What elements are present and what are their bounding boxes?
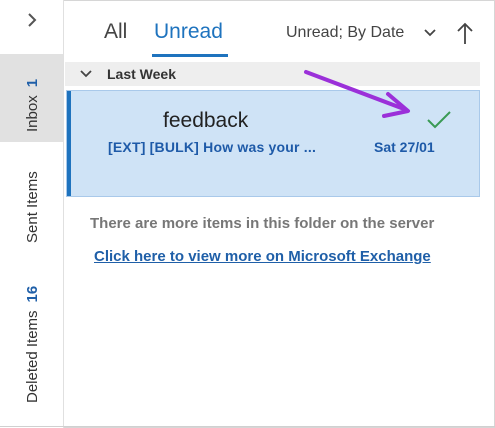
chevron-down-icon [424, 29, 436, 37]
checkmark-icon[interactable] [425, 109, 453, 131]
folder-sent-items[interactable]: Sent Items [24, 171, 41, 243]
active-tab-indicator [152, 54, 228, 57]
item-count: 16 [24, 285, 41, 303]
chevron-down-icon [80, 70, 92, 78]
message-sender: feedback [163, 109, 249, 132]
message-date: Sat 27/01 [374, 139, 435, 155]
tab-all[interactable]: All [104, 20, 127, 44]
annotation-arrow-icon [304, 70, 410, 118]
folder-rail: Inbox 1 Sent Items Deleted Items 16 [0, 0, 64, 428]
folder-label: Sent Items [24, 171, 41, 243]
message-subject: [EXT] [BULK] How was your ... [108, 139, 317, 155]
sort-dropdown[interactable]: Unread; By Date [286, 24, 436, 42]
folder-label: Deleted Items [24, 310, 41, 403]
chevron-right-icon [28, 13, 37, 27]
view-more-exchange-link[interactable]: Click here to view more on Microsoft Exc… [94, 248, 431, 265]
group-label: Last Week [107, 66, 176, 82]
selection-indicator [67, 91, 71, 196]
arrow-up-icon[interactable] [456, 20, 474, 46]
folder-inbox-label[interactable]: Inbox 1 [24, 79, 41, 132]
expand-folder-pane-button[interactable] [22, 10, 42, 30]
folder-deleted-items[interactable]: Deleted Items 16 [24, 286, 41, 403]
sort-label: Unread; By Date [286, 24, 405, 41]
unread-count: 1 [24, 78, 41, 88]
server-items-notice: There are more items in this folder on t… [90, 215, 435, 232]
bottom-divider [0, 426, 495, 427]
tab-unread[interactable]: Unread [154, 20, 223, 44]
folder-label: Inbox [24, 95, 41, 132]
